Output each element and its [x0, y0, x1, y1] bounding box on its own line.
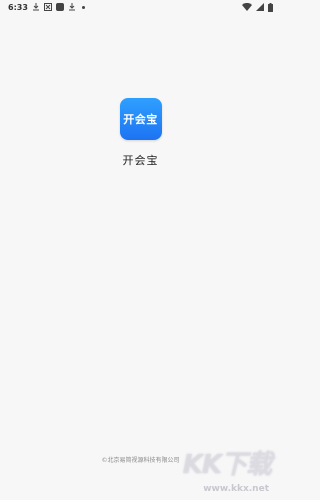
app-logo-text: 开会宝: [123, 113, 158, 126]
status-time: 6:33: [8, 2, 28, 12]
status-right: [242, 2, 273, 12]
splash-screen: 开会宝 开会宝: [0, 98, 281, 168]
battery-icon: [268, 2, 273, 12]
watermark: KK下载 www.kkx.net: [145, 444, 275, 494]
watermark-url: www.kkx.net: [203, 484, 269, 494]
square-icon: [55, 3, 64, 11]
wifi-icon: [242, 3, 252, 11]
download-icon: [68, 3, 76, 11]
app-logo-icon: 开会宝: [119, 98, 162, 140]
app-name: 开会宝: [122, 154, 159, 167]
dot-icon: [80, 3, 88, 11]
download-icon: [32, 3, 40, 11]
watermark-main: KK下载: [182, 450, 272, 480]
status-left: 6:33: [8, 3, 88, 12]
status-bar: 6:33: [0, 0, 281, 14]
signal-icon: [256, 3, 264, 11]
x-box-icon: [43, 3, 52, 11]
